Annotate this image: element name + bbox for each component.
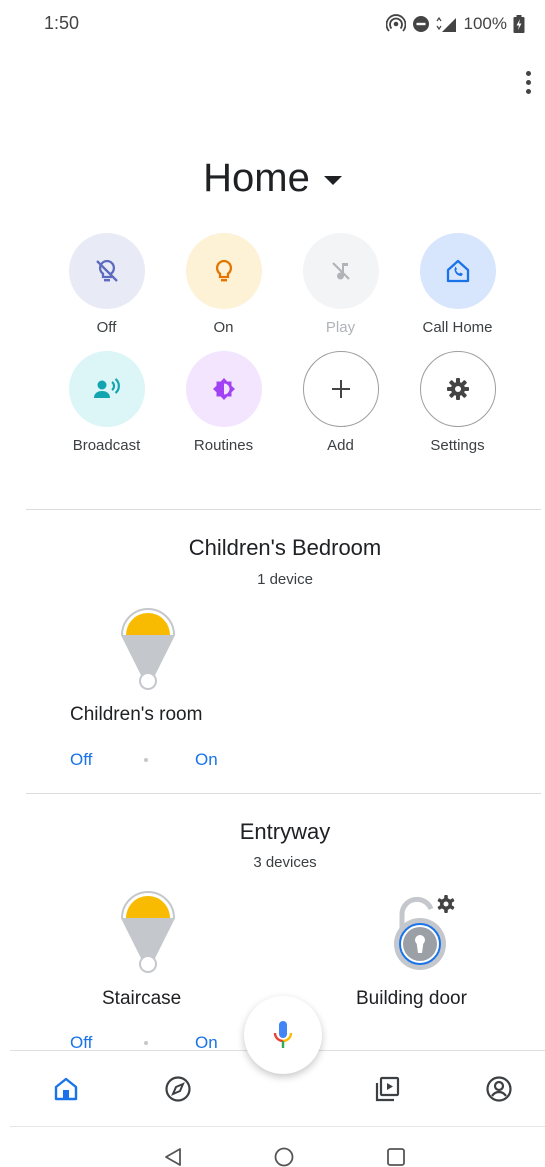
overflow-menu-icon[interactable]: [516, 66, 540, 98]
action-label: Routines: [193, 437, 254, 454]
action-broadcast[interactable]: Broadcast: [48, 351, 165, 457]
action-label: On: [213, 319, 234, 336]
status-icons: 100%: [385, 12, 525, 36]
bulb-icon[interactable]: [118, 607, 178, 691]
lightbulb-icon: [185, 233, 262, 309]
back-icon[interactable]: [160, 1144, 186, 1167]
section-divider: [26, 509, 541, 510]
on-button[interactable]: On: [195, 750, 218, 770]
lock-icon[interactable]: [390, 888, 460, 972]
home-title: Home: [203, 155, 310, 200]
action-label: Broadcast: [72, 437, 141, 454]
quick-actions: Off On Play Call Home Broadcast Routines: [48, 233, 518, 457]
battery-icon: [513, 15, 525, 33]
assistant-mic-button[interactable]: [244, 996, 322, 1074]
recents-icon[interactable]: [383, 1144, 409, 1167]
action-play[interactable]: Play: [282, 233, 399, 339]
device-name[interactable]: Children's room: [70, 704, 202, 726]
section-divider: [26, 793, 541, 794]
account-nav-icon[interactable]: [481, 1071, 517, 1107]
caret-down-icon: [323, 175, 342, 185]
routines-icon: [185, 351, 262, 427]
home-system-icon[interactable]: [271, 1144, 297, 1167]
home-nav-icon[interactable]: [48, 1071, 84, 1107]
hotspot-icon: [385, 14, 406, 32]
device-name[interactable]: Staircase: [102, 988, 181, 1010]
broadcast-icon: [68, 351, 145, 427]
gear-icon: [419, 351, 496, 427]
off-button[interactable]: Off: [70, 750, 92, 770]
media-nav-icon[interactable]: [369, 1071, 405, 1107]
status-bar: 1:50 100%: [0, 0, 545, 48]
room-title[interactable]: Entryway: [0, 819, 545, 845]
separator-dot: [144, 1041, 148, 1045]
status-time: 1:50: [44, 13, 80, 33]
call-home-icon: [419, 233, 496, 309]
action-call-home[interactable]: Call Home: [399, 233, 516, 339]
cell-signal-icon: [436, 16, 456, 32]
plus-icon: [302, 351, 379, 427]
action-label: Off: [96, 319, 117, 336]
explore-nav-icon[interactable]: [160, 1071, 196, 1107]
battery-percent: 100%: [463, 14, 507, 33]
action-lights-on[interactable]: On: [165, 233, 282, 339]
room-title[interactable]: Children's Bedroom: [0, 535, 545, 561]
room-device-count: 1 device: [257, 571, 313, 588]
light-off-icon: [68, 233, 145, 309]
action-add[interactable]: Add: [282, 351, 399, 457]
action-lights-off[interactable]: Off: [48, 233, 165, 339]
action-label: Call Home: [422, 319, 493, 336]
bulb-icon[interactable]: [118, 890, 178, 974]
separator-dot: [144, 758, 148, 762]
mic-icon: [273, 1021, 293, 1048]
action-settings[interactable]: Settings: [399, 351, 516, 457]
room-device-count: 3 devices: [253, 854, 317, 871]
music-off-icon: [302, 233, 379, 309]
home-selector[interactable]: Home: [0, 150, 545, 206]
action-label: Add: [327, 437, 354, 454]
action-label: Play: [325, 319, 356, 336]
system-nav-divider: [10, 1126, 545, 1127]
action-routines[interactable]: Routines: [165, 351, 282, 457]
action-label: Settings: [430, 437, 485, 454]
do-not-disturb-icon: [412, 16, 429, 32]
device-name[interactable]: Building door: [356, 988, 467, 1010]
